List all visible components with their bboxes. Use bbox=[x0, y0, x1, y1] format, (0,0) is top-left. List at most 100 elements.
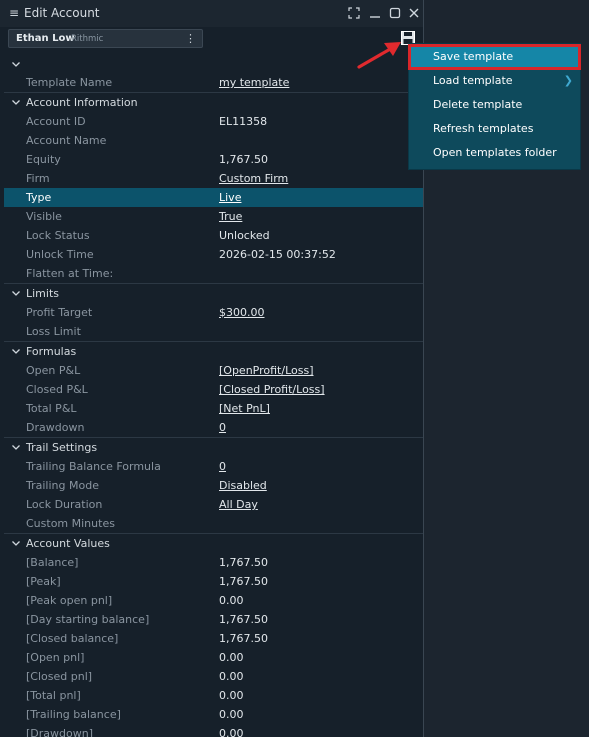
kebab-menu-icon[interactable]: ⋮ bbox=[185, 32, 196, 45]
property-row[interactable]: Total P&L [Net PnL] bbox=[4, 399, 423, 418]
maximize-icon[interactable] bbox=[388, 5, 402, 21]
menu-item[interactable]: Open templates folder bbox=[409, 141, 580, 165]
property-row[interactable]: Flatten at Time: bbox=[4, 264, 423, 283]
property-row[interactable]: [Day starting balance] 1,767.50 bbox=[4, 610, 423, 629]
row-value[interactable]: All Day bbox=[219, 495, 258, 514]
row-label: Firm bbox=[26, 172, 50, 185]
property-row[interactable]: Profit Target $300.00 bbox=[4, 303, 423, 322]
property-row[interactable]: Account Name bbox=[4, 131, 423, 150]
property-row[interactable]: Open P&L [OpenProfit/Loss] bbox=[4, 361, 423, 380]
category-header[interactable]: Account Values bbox=[4, 533, 423, 553]
property-row[interactable]: [Balance] 1,767.50 bbox=[4, 553, 423, 572]
title-bar: ≡ Edit Account bbox=[0, 0, 423, 27]
row-value[interactable]: [Net PnL] bbox=[219, 399, 270, 418]
row-label: Custom Minutes bbox=[26, 517, 115, 530]
property-row[interactable]: Visible True bbox=[4, 207, 423, 226]
row-label: Template Name bbox=[26, 76, 113, 89]
property-row[interactable]: Lock Duration All Day bbox=[4, 495, 423, 514]
category-title: Account Information bbox=[26, 96, 138, 109]
property-row[interactable]: [Open pnl] 0.00 bbox=[4, 648, 423, 667]
row-value: 0.00 bbox=[219, 689, 244, 702]
property-row[interactable]: Trailing Balance Formula 0 bbox=[4, 457, 423, 476]
category-header[interactable]: Formulas bbox=[4, 341, 423, 361]
chevron-down-icon[interactable] bbox=[11, 534, 21, 553]
chevron-down-icon[interactable] bbox=[11, 342, 21, 361]
row-value: 0.00 bbox=[219, 727, 244, 737]
account-selector[interactable]: Ethan Low Rithmic ⋮ bbox=[8, 29, 203, 48]
row-value: 1,767.50 bbox=[219, 575, 268, 588]
property-row[interactable]: Type Live bbox=[4, 188, 423, 207]
row-label: [Trailing balance] bbox=[26, 708, 121, 721]
row-value[interactable]: 0 bbox=[219, 418, 226, 437]
row-value: 1,767.50 bbox=[219, 632, 268, 645]
property-row[interactable]: Lock Status Unlocked bbox=[4, 226, 423, 245]
edit-account-panel: ≡ Edit Account Ethan Low Rithmic ⋮ Templ… bbox=[0, 0, 424, 737]
row-label: Equity bbox=[26, 153, 61, 166]
menu-item[interactable]: Refresh templates bbox=[409, 117, 580, 141]
property-row[interactable]: [Total pnl] 0.00 bbox=[4, 686, 423, 705]
chevron-down-icon[interactable] bbox=[11, 284, 21, 303]
category-header[interactable]: Trail Settings bbox=[4, 437, 423, 457]
fit-screen-icon[interactable] bbox=[347, 5, 361, 21]
property-row[interactable]: Unlock Time 2026-02-15 00:37:52 bbox=[4, 245, 423, 264]
category-header[interactable]: Limits bbox=[4, 283, 423, 303]
property-row[interactable]: [Peak] 1,767.50 bbox=[4, 572, 423, 591]
row-label: [Peak] bbox=[26, 575, 61, 588]
chevron-down-icon[interactable] bbox=[11, 55, 21, 74]
row-value: 0.00 bbox=[219, 594, 244, 607]
menu-item[interactable]: Load template ❯ bbox=[409, 69, 580, 93]
row-value[interactable]: [Closed Profit/Loss] bbox=[219, 380, 325, 399]
menu-item-label: Open templates folder bbox=[433, 146, 557, 159]
property-row[interactable]: Account ID EL11358 bbox=[4, 112, 423, 131]
row-label: [Closed pnl] bbox=[26, 670, 93, 683]
row-value: 1,767.50 bbox=[219, 556, 268, 569]
row-label: [Peak open pnl] bbox=[26, 594, 113, 607]
row-label: [Drawdown] bbox=[26, 727, 93, 737]
row-value[interactable]: Live bbox=[219, 188, 241, 207]
menu-item[interactable]: Save template bbox=[408, 44, 581, 70]
row-value: 1,767.50 bbox=[219, 153, 268, 166]
row-value: Unlocked bbox=[219, 229, 270, 242]
property-row[interactable]: [Closed balance] 1,767.50 bbox=[4, 629, 423, 648]
category-title: Account Values bbox=[26, 537, 110, 550]
property-row[interactable]: Equity 1,767.50 bbox=[4, 150, 423, 169]
property-row[interactable]: [Closed pnl] 0.00 bbox=[4, 667, 423, 686]
hamburger-icon[interactable]: ≡ bbox=[9, 6, 19, 20]
chevron-down-icon[interactable] bbox=[11, 93, 21, 112]
row-value: 0.00 bbox=[219, 651, 244, 664]
minimize-icon[interactable] bbox=[368, 5, 382, 21]
category-header[interactable]: Account Information bbox=[4, 92, 423, 112]
row-value[interactable]: 0 bbox=[219, 457, 226, 476]
menu-item[interactable]: Delete template bbox=[409, 93, 580, 117]
template-name-row[interactable]: Template Name my template bbox=[4, 73, 423, 92]
property-row[interactable]: Custom Minutes bbox=[4, 514, 423, 533]
row-value: 0.00 bbox=[219, 708, 244, 721]
row-value[interactable]: Disabled bbox=[219, 476, 267, 495]
row-label: Trailing Mode bbox=[26, 479, 99, 492]
property-row[interactable]: Trailing Mode Disabled bbox=[4, 476, 423, 495]
row-label: [Balance] bbox=[26, 556, 79, 569]
property-row[interactable]: Loss Limit bbox=[4, 322, 423, 341]
property-row[interactable]: Drawdown 0 bbox=[4, 418, 423, 437]
row-label: Drawdown bbox=[26, 421, 85, 434]
red-arrow-annotation bbox=[357, 42, 401, 69]
property-grid: Template Name my template Account Informat… bbox=[4, 55, 423, 737]
row-label: Closed P&L bbox=[26, 383, 88, 396]
chevron-down-icon[interactable] bbox=[11, 438, 21, 457]
property-row[interactable]: Firm Custom Firm bbox=[4, 169, 423, 188]
row-value[interactable]: Custom Firm bbox=[219, 169, 288, 188]
row-value[interactable]: my template bbox=[219, 73, 289, 92]
row-label: Account Name bbox=[26, 134, 107, 147]
property-row[interactable]: Closed P&L [Closed Profit/Loss] bbox=[4, 380, 423, 399]
property-row[interactable]: [Trailing balance] 0.00 bbox=[4, 705, 423, 724]
row-value[interactable]: $300.00 bbox=[219, 303, 265, 322]
row-label: [Day starting balance] bbox=[26, 613, 150, 626]
row-value[interactable]: [OpenProfit/Loss] bbox=[219, 361, 314, 380]
template-context-menu: Save template Load template ❯ Delete templa… bbox=[408, 44, 581, 169]
row-value[interactable]: True bbox=[219, 207, 242, 226]
broker-name: Rithmic bbox=[71, 34, 104, 44]
close-icon[interactable] bbox=[407, 5, 421, 21]
property-row[interactable]: [Peak open pnl] 0.00 bbox=[4, 591, 423, 610]
category-title: Formulas bbox=[26, 345, 77, 358]
property-row[interactable]: [Drawdown] 0.00 bbox=[4, 724, 423, 737]
